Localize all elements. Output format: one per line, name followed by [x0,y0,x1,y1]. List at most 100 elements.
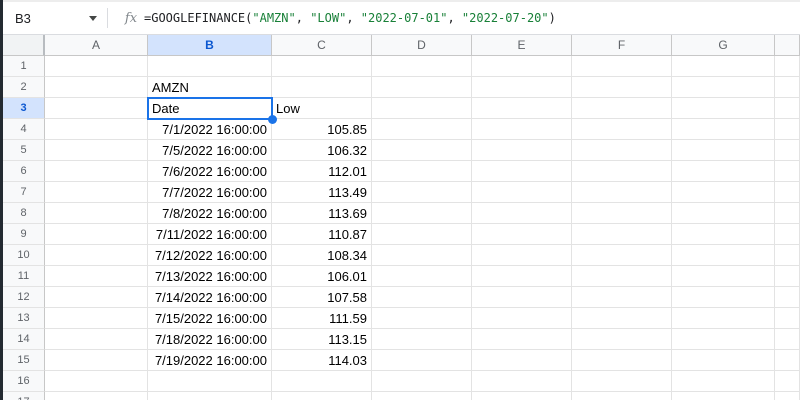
cell-G8[interactable] [672,203,775,224]
cell-F10[interactable] [572,245,672,266]
cell-E10[interactable] [472,245,572,266]
cell-partial17[interactable] [775,392,800,400]
cell-F4[interactable] [572,119,672,140]
cell-partial9[interactable] [775,224,800,245]
cell-B14[interactable]: 7/18/2022 16:00:00 [148,329,272,350]
cell-E2[interactable] [472,77,572,98]
cell-E4[interactable] [472,119,572,140]
cell-B6[interactable]: 7/6/2022 16:00:00 [148,161,272,182]
column-header-F[interactable]: F [572,35,672,56]
cell-F17[interactable] [572,392,672,400]
cell-F14[interactable] [572,329,672,350]
cell-B12[interactable]: 7/14/2022 16:00:00 [148,287,272,308]
cell-B9[interactable]: 7/11/2022 16:00:00 [148,224,272,245]
cell-B11[interactable]: 7/13/2022 16:00:00 [148,266,272,287]
row-header-6[interactable]: 6 [3,161,45,182]
cell-A4[interactable] [45,119,148,140]
cell-D6[interactable] [372,161,472,182]
cell-F9[interactable] [572,224,672,245]
cell-G11[interactable] [672,266,775,287]
cell-C4[interactable]: 105.85 [272,119,372,140]
cell-C12[interactable]: 107.58 [272,287,372,308]
row-header-4[interactable]: 4 [3,119,45,140]
row-header-1[interactable]: 1 [3,56,45,77]
cell-G5[interactable] [672,140,775,161]
cell-C1[interactable] [272,56,372,77]
cell-B15[interactable]: 7/19/2022 16:00:00 [148,350,272,371]
column-header-E[interactable]: E [472,35,572,56]
formula-input[interactable]: =GOOGLEFINANCE("AMZN", "LOW", "2022-07-0… [144,11,556,25]
row-header-14[interactable]: 14 [3,329,45,350]
cell-C8[interactable]: 113.69 [272,203,372,224]
cell-partial7[interactable] [775,182,800,203]
cell-G13[interactable] [672,308,775,329]
cell-G17[interactable] [672,392,775,400]
cell-F7[interactable] [572,182,672,203]
cell-C17[interactable] [272,392,372,400]
cell-C15[interactable]: 114.03 [272,350,372,371]
row-header-9[interactable]: 9 [3,224,45,245]
cell-B8[interactable]: 7/8/2022 16:00:00 [148,203,272,224]
cell-E11[interactable] [472,266,572,287]
cell-partial4[interactable] [775,119,800,140]
cell-A17[interactable] [45,392,148,400]
cell-A1[interactable] [45,56,148,77]
cell-E14[interactable] [472,329,572,350]
cell-partial6[interactable] [775,161,800,182]
cell-C11[interactable]: 106.01 [272,266,372,287]
cell-A8[interactable] [45,203,148,224]
fill-handle[interactable] [268,115,277,124]
row-header-12[interactable]: 12 [3,287,45,308]
cell-C16[interactable] [272,371,372,392]
cell-B7[interactable]: 7/7/2022 16:00:00 [148,182,272,203]
cell-partial2[interactable] [775,77,800,98]
column-header-G[interactable]: G [672,35,775,56]
cell-G3[interactable] [672,98,775,119]
cell-partial12[interactable] [775,287,800,308]
cell-partial13[interactable] [775,308,800,329]
cell-partial15[interactable] [775,350,800,371]
cell-G16[interactable] [672,371,775,392]
cell-A16[interactable] [45,371,148,392]
cell-F6[interactable] [572,161,672,182]
cell-A7[interactable] [45,182,148,203]
row-header-7[interactable]: 7 [3,182,45,203]
cell-G7[interactable] [672,182,775,203]
cell-E3[interactable] [472,98,572,119]
cell-partial11[interactable] [775,266,800,287]
cell-D10[interactable] [372,245,472,266]
cell-D13[interactable] [372,308,472,329]
cell-B17[interactable] [148,392,272,400]
name-box[interactable]: B3 [3,2,107,34]
chevron-down-icon[interactable] [89,16,97,21]
cell-D17[interactable] [372,392,472,400]
cell-B1[interactable] [148,56,272,77]
cell-G2[interactable] [672,77,775,98]
column-header-partial[interactable] [775,35,800,56]
cell-D4[interactable] [372,119,472,140]
cell-B5[interactable]: 7/5/2022 16:00:00 [148,140,272,161]
column-header-D[interactable]: D [372,35,472,56]
cell-D14[interactable] [372,329,472,350]
cell-C5[interactable]: 106.32 [272,140,372,161]
cell-D1[interactable] [372,56,472,77]
cell-partial16[interactable] [775,371,800,392]
cell-E13[interactable] [472,308,572,329]
cell-B4[interactable]: 7/1/2022 16:00:00 [148,119,272,140]
cell-E8[interactable] [472,203,572,224]
cell-G1[interactable] [672,56,775,77]
cell-B2[interactable]: AMZN [148,77,272,98]
cell-F16[interactable] [572,371,672,392]
cell-C7[interactable]: 113.49 [272,182,372,203]
cell-E12[interactable] [472,287,572,308]
row-header-10[interactable]: 10 [3,245,45,266]
cell-C6[interactable]: 112.01 [272,161,372,182]
cell-A11[interactable] [45,266,148,287]
cell-D8[interactable] [372,203,472,224]
cell-D5[interactable] [372,140,472,161]
cell-C2[interactable] [272,77,372,98]
row-header-8[interactable]: 8 [3,203,45,224]
cell-A2[interactable] [45,77,148,98]
cell-C3[interactable]: Low [272,98,372,119]
cell-A5[interactable] [45,140,148,161]
